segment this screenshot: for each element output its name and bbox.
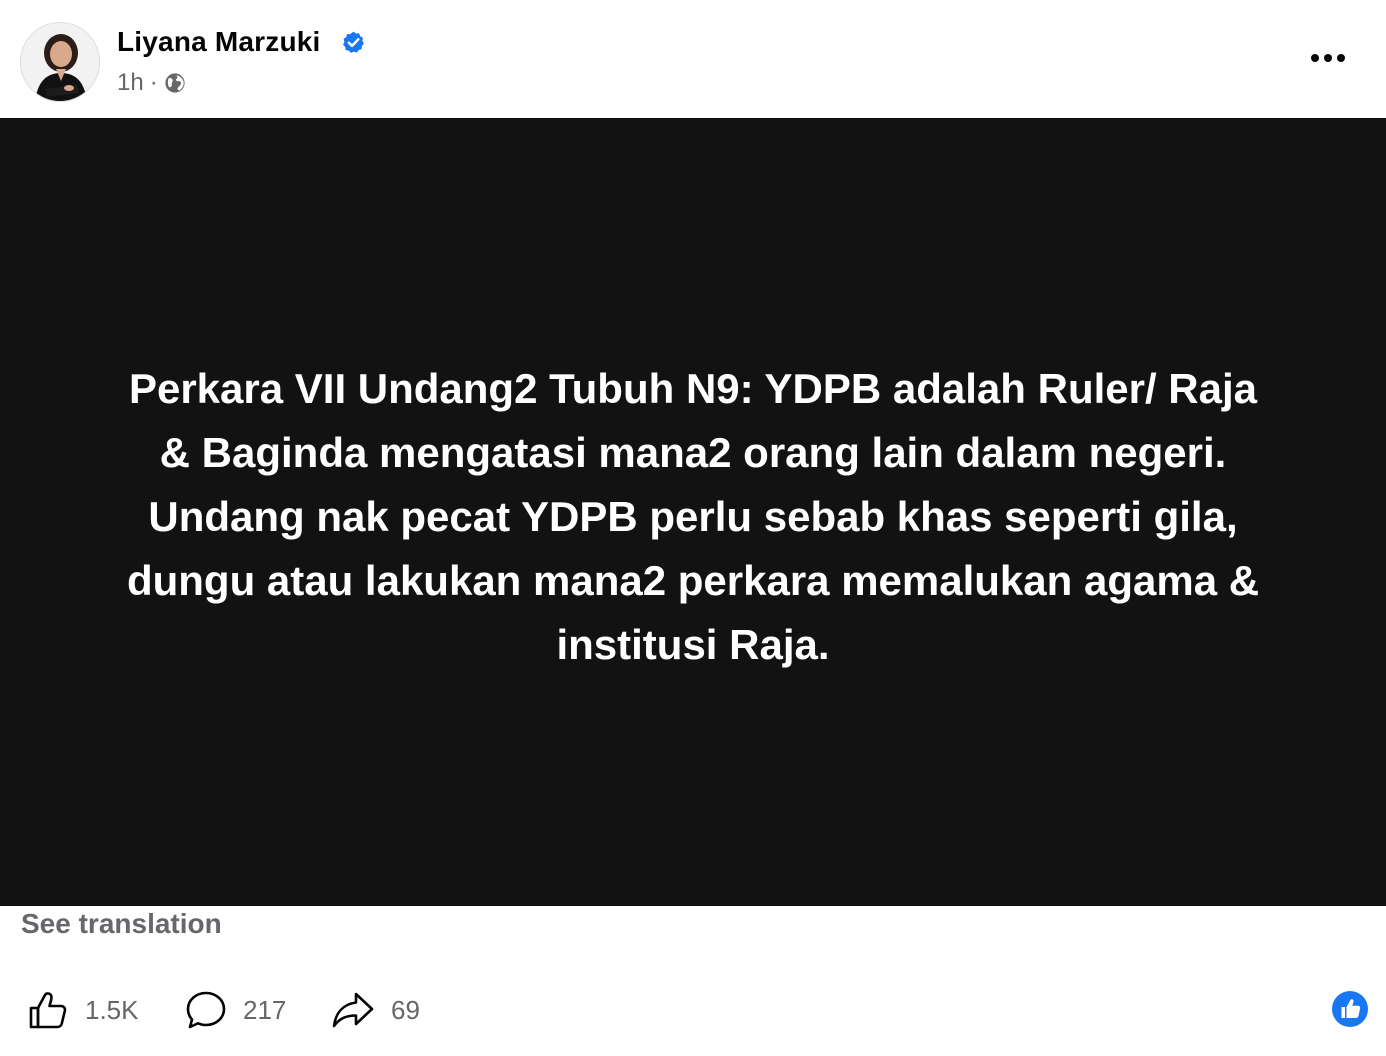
more-options-button[interactable] <box>1306 40 1350 76</box>
author-name[interactable]: Liyana Marzuki <box>117 26 321 58</box>
avatar-portrait-icon <box>21 23 99 101</box>
share-button[interactable]: 69 <box>331 984 420 1036</box>
see-translation-link[interactable]: See translation <box>21 908 222 940</box>
post-text-line: & Baginda mengatasi mana2 orang lain dal… <box>159 429 1227 476</box>
like-count: 1.5K <box>85 994 139 1025</box>
more-options-icon <box>1311 54 1345 62</box>
post-header: Liyana Marzuki 1h · <box>0 0 1386 118</box>
thumbs-up-icon <box>29 992 67 1029</box>
post-action-bar: 1.5K 217 69 <box>0 984 1386 1036</box>
meta-separator: · <box>149 69 158 96</box>
like-button[interactable]: 1.5K <box>27 984 139 1036</box>
post-text-card: Perkara VII Undang2 Tubuh N9: YDPB adala… <box>0 118 1386 906</box>
post-text-line: Undang nak pecat YDPB perlu sebab khas s… <box>148 493 1238 540</box>
post-meta: 1h · <box>117 68 186 98</box>
post-text-line: institusi Raja. <box>556 621 830 668</box>
comment-icon <box>186 991 226 1029</box>
facebook-post: Liyana Marzuki 1h · Perkara VII Undang2 … <box>0 0 1386 1056</box>
share-icon <box>332 992 374 1028</box>
comment-count: 217 <box>243 994 287 1025</box>
like-reaction-icon[interactable] <box>1331 990 1369 1028</box>
share-count: 69 <box>391 994 420 1025</box>
globe-icon[interactable] <box>164 72 186 94</box>
post-text-line: Perkara VII Undang2 Tubuh N9: YDPB adala… <box>128 365 1258 412</box>
post-text: Perkara VII Undang2 Tubuh N9: YDPB adala… <box>48 357 1338 677</box>
author-avatar[interactable] <box>20 22 100 102</box>
comment-button[interactable]: 217 <box>185 984 286 1036</box>
verified-badge-icon <box>343 31 364 53</box>
post-text-line: dungu atau lakukan mana2 perkara memaluk… <box>126 557 1260 604</box>
post-timestamp[interactable]: 1h <box>117 69 144 97</box>
